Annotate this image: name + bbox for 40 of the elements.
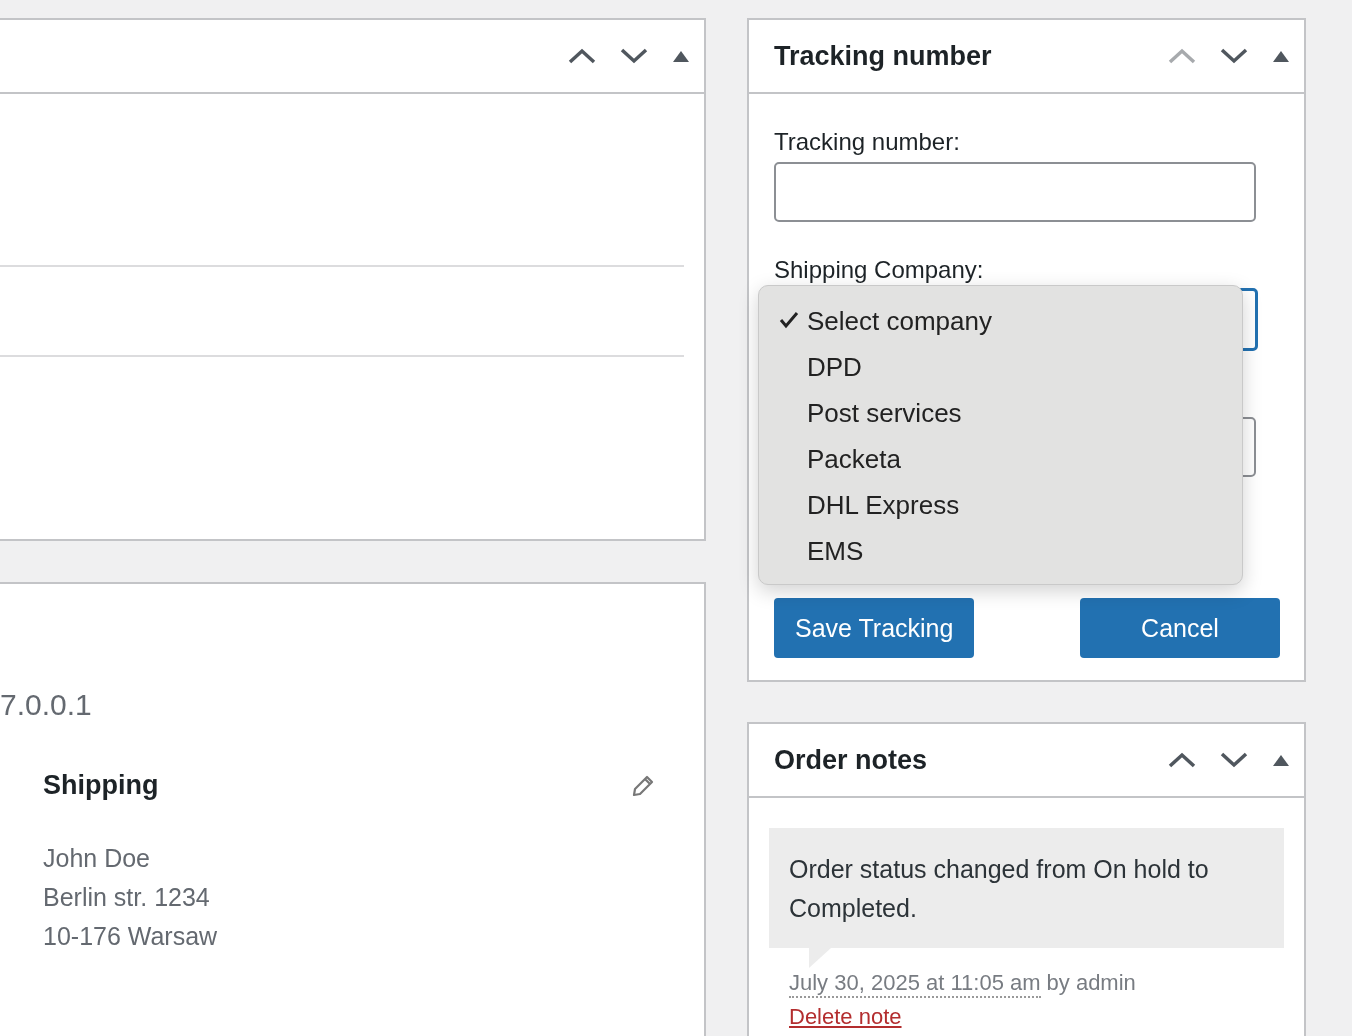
pencil-edit-icon[interactable] bbox=[632, 774, 654, 797]
panel-title: Tracking number bbox=[774, 40, 992, 72]
dropdown-option[interactable]: DPD bbox=[759, 344, 1242, 390]
address-line: John Doe bbox=[43, 843, 151, 874]
triangle-up-icon bbox=[1272, 753, 1290, 767]
delete-note-link[interactable]: Delete note bbox=[789, 1004, 902, 1030]
dropdown-option[interactable]: DHL Express bbox=[759, 482, 1242, 528]
chevron-up-icon bbox=[568, 47, 596, 65]
note-text: Order status changed from On hold to Completed. bbox=[789, 854, 1210, 924]
note-author: by admin bbox=[1046, 970, 1136, 997]
panel-title: Order notes bbox=[774, 744, 928, 776]
address-line: Berlin str. 1234 bbox=[43, 882, 210, 913]
field-label: Tracking number: bbox=[774, 128, 960, 156]
move-down-button[interactable] bbox=[1220, 47, 1248, 65]
toggle-panel-button[interactable] bbox=[1272, 49, 1290, 63]
move-down-button[interactable] bbox=[620, 47, 648, 65]
toggle-panel-button[interactable] bbox=[1272, 753, 1290, 767]
move-up-button[interactable] bbox=[1168, 751, 1196, 769]
chevron-down-icon bbox=[1220, 47, 1248, 65]
move-down-button[interactable] bbox=[1220, 751, 1248, 769]
cancel-button[interactable]: Cancel bbox=[1080, 598, 1280, 658]
move-up-button[interactable] bbox=[568, 47, 596, 65]
shipping-heading: Shipping bbox=[43, 770, 159, 801]
dropdown-option[interactable]: Post services bbox=[759, 390, 1242, 436]
address-line: 10-176 Warsaw bbox=[43, 921, 218, 952]
toggle-panel-button[interactable] bbox=[672, 49, 690, 63]
dropdown-option[interactable]: Select company bbox=[759, 298, 1242, 344]
tracking-number-field[interactable] bbox=[774, 162, 1256, 222]
chevron-down-icon bbox=[1220, 751, 1248, 769]
ip-address: 7.0.0.1 bbox=[0, 688, 93, 722]
note-date: July 30, 2025 at 11:05 am bbox=[789, 970, 1041, 998]
triangle-up-icon bbox=[1272, 49, 1290, 63]
chevron-up-icon bbox=[1168, 47, 1196, 65]
chevron-down-icon bbox=[620, 47, 648, 65]
save-button[interactable]: Save Tracking bbox=[774, 598, 975, 658]
chevron-up-icon bbox=[1168, 751, 1196, 769]
dropdown-option[interactable]: EMS bbox=[759, 528, 1242, 574]
triangle-up-icon bbox=[672, 49, 690, 63]
dropdown-option[interactable]: Packeta bbox=[759, 436, 1242, 482]
field-label: Shipping Company: bbox=[774, 256, 984, 284]
